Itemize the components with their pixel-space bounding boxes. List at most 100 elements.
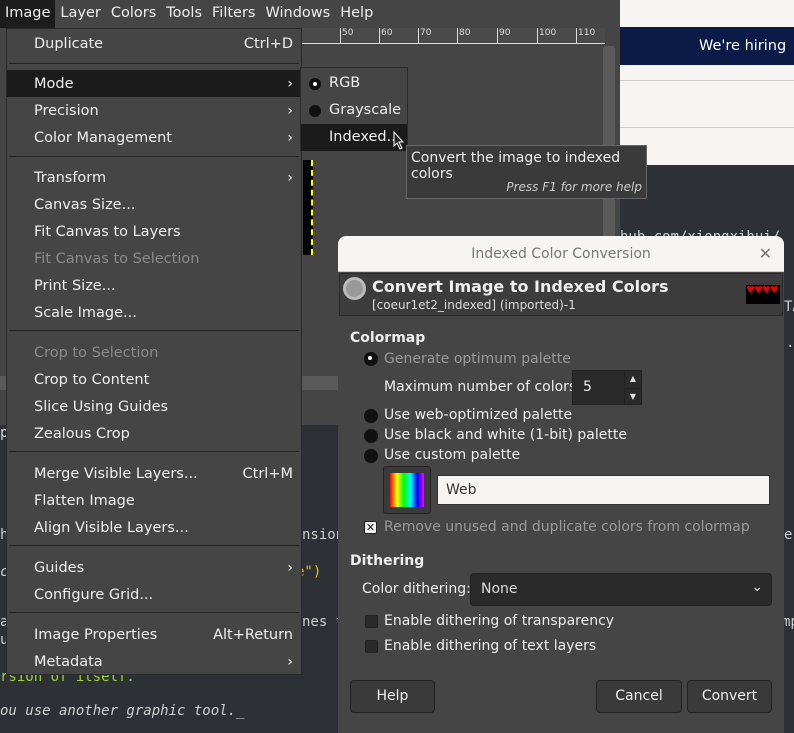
close-icon[interactable]: ✕ — [759, 244, 772, 263]
ruler-tick: 100 — [537, 28, 556, 43]
submenu-item-indexed[interactable]: Indexed... — [301, 124, 407, 151]
convert-button[interactable]: Convert — [687, 680, 772, 713]
separator — [9, 156, 299, 157]
palette-button[interactable] — [383, 466, 431, 514]
separator — [9, 612, 299, 613]
menu-item-metadata[interactable]: Metadata › — [7, 648, 301, 675]
dialog-header: Convert Image to Indexed Colors [coeur1e… — [339, 273, 783, 316]
menu-item-mode[interactable]: Mode › — [7, 70, 301, 97]
color-dithering-select[interactable]: None ⌄ — [470, 573, 772, 606]
palette-name-field[interactable]: Web — [437, 475, 770, 505]
shortcut: Ctrl+D — [243, 36, 293, 52]
increment-icon[interactable]: ▲ — [624, 371, 641, 387]
remove-unused-checkbox[interactable]: ✕ — [364, 521, 377, 534]
menu-item-guides[interactable]: Guides › — [7, 554, 301, 581]
label: RGB — [329, 75, 361, 91]
menu-item-align-layers[interactable]: Align Visible Layers... — [7, 514, 301, 541]
palette-name: Web — [446, 482, 477, 498]
menu-layer[interactable]: Layer — [55, 0, 105, 28]
label: Guides — [34, 560, 85, 576]
label: Indexed... — [329, 129, 401, 145]
ruler-tick: 90 — [497, 28, 510, 43]
menu-item-fit-canvas-layers[interactable]: Fit Canvas to Layers — [7, 218, 301, 245]
menu-item-merge-visible[interactable]: Merge Visible Layers... Ctrl+M — [7, 460, 301, 487]
palette-swatch-icon — [390, 473, 424, 507]
menu-item-image-properties[interactable]: Image Properties Alt+Return — [7, 621, 301, 648]
browser-window — [620, 0, 794, 165]
horizontal-ruler: 50 60 70 80 90 100 110 — [300, 28, 605, 44]
menu-colors[interactable]: Colors — [106, 0, 161, 28]
tooltip: Convert the image to indexed colors Pres… — [406, 145, 647, 199]
color-dithering-label: Color dithering: — [362, 581, 471, 597]
label: Metadata — [34, 654, 103, 670]
image-menu: Duplicate Ctrl+D Mode › Precision › Color M… — [6, 28, 302, 675]
dither-transparency-label: Enable dithering of transparency — [384, 613, 615, 629]
menu-item-crop-content[interactable]: Crop to Content — [7, 366, 301, 393]
code-line: TA — [784, 299, 794, 315]
radio-selected-icon — [309, 78, 321, 90]
menubar: Image Layer Colors Tools Filters Windows… — [0, 0, 620, 28]
radio-icon — [364, 429, 378, 443]
cancel-button[interactable]: Cancel — [596, 680, 682, 713]
dither-text-label: Enable dithering of text layers — [384, 638, 597, 654]
radio-icon — [364, 409, 378, 423]
menu-item-duplicate[interactable]: Duplicate Ctrl+D — [7, 30, 301, 57]
menu-item-zealous-crop[interactable]: Zealous Crop — [7, 420, 301, 447]
code-line: . — [786, 335, 794, 351]
label: Image Properties — [34, 627, 158, 643]
menu-image[interactable]: Image — [0, 0, 56, 28]
bw-palette-label: Use black and white (1-bit) palette — [384, 427, 627, 443]
label: Merge Visible Layers... — [34, 466, 198, 482]
menu-item-precision[interactable]: Precision › — [7, 97, 301, 124]
generate-palette-label: Generate optimum palette — [384, 351, 571, 367]
ruler-tick: 110 — [576, 28, 595, 43]
web-palette-label: Use web-optimized palette — [384, 407, 573, 423]
menu-tools[interactable]: Tools — [161, 0, 207, 28]
max-colors-value: 5 — [583, 379, 592, 395]
menu-item-flatten[interactable]: Flatten Image — [7, 487, 301, 514]
max-colors-spinner[interactable]: 5 ▲ ▼ — [572, 370, 642, 405]
dialog-titlebar: Indexed Color Conversion — [338, 236, 784, 272]
menu-item-scale-image[interactable]: Scale Image... — [7, 299, 301, 326]
menu-item-transform[interactable]: Transform › — [7, 164, 301, 191]
menu-filters[interactable]: Filters — [207, 0, 260, 28]
image-thumbnail: ♥♥♥♥ — [746, 285, 780, 304]
separator — [9, 63, 299, 64]
dialog-title: Indexed Color Conversion — [471, 246, 651, 262]
mode-submenu: RGB Grayscale Indexed... — [300, 67, 408, 151]
radio-web[interactable] — [364, 409, 378, 423]
menu-help[interactable]: Help — [335, 0, 378, 28]
radio-bw[interactable] — [364, 429, 378, 443]
chevron-right-icon: › — [287, 130, 293, 146]
help-button[interactable]: Help — [350, 680, 435, 713]
menu-item-slice-guides[interactable]: Slice Using Guides — [7, 393, 301, 420]
menu-item-color-management[interactable]: Color Management › — [7, 124, 301, 151]
code-line: ou use another graphic tool._ — [0, 703, 245, 719]
radio-icon — [364, 449, 378, 463]
radio-generate[interactable] — [364, 352, 378, 366]
menu-item-crop-selection: Crop to Selection — [34, 345, 159, 361]
gimp-convert-icon — [343, 277, 366, 300]
chevron-right-icon: › — [287, 76, 293, 92]
dialog-heading: Convert Image to Indexed Colors — [372, 277, 669, 296]
hiring-banner[interactable]: We're hiring — [620, 27, 794, 65]
label: Precision — [34, 103, 99, 119]
menu-item-print-size[interactable]: Print Size... — [7, 272, 301, 299]
dither-text-checkbox[interactable] — [365, 640, 378, 653]
decrement-icon[interactable]: ▼ — [624, 388, 641, 404]
menu-item-canvas-size[interactable]: Canvas Size... — [7, 191, 301, 218]
menu-item-configure-grid[interactable]: Configure Grid... — [7, 581, 301, 608]
chevron-right-icon: › — [287, 103, 293, 119]
label: Duplicate — [34, 36, 104, 52]
submenu-item-grayscale[interactable]: Grayscale — [301, 97, 407, 124]
color-dithering-value: None — [481, 581, 518, 597]
menu-windows[interactable]: Windows — [260, 0, 335, 28]
label: Transform — [34, 170, 107, 186]
separator — [9, 451, 299, 452]
chevron-down-icon: ⌄ — [751, 579, 763, 595]
submenu-item-rgb[interactable]: RGB — [301, 70, 407, 97]
radio-custom[interactable] — [364, 449, 378, 463]
separator — [9, 545, 299, 546]
chevron-right-icon: › — [287, 654, 293, 670]
dither-transparency-checkbox[interactable] — [365, 615, 378, 628]
